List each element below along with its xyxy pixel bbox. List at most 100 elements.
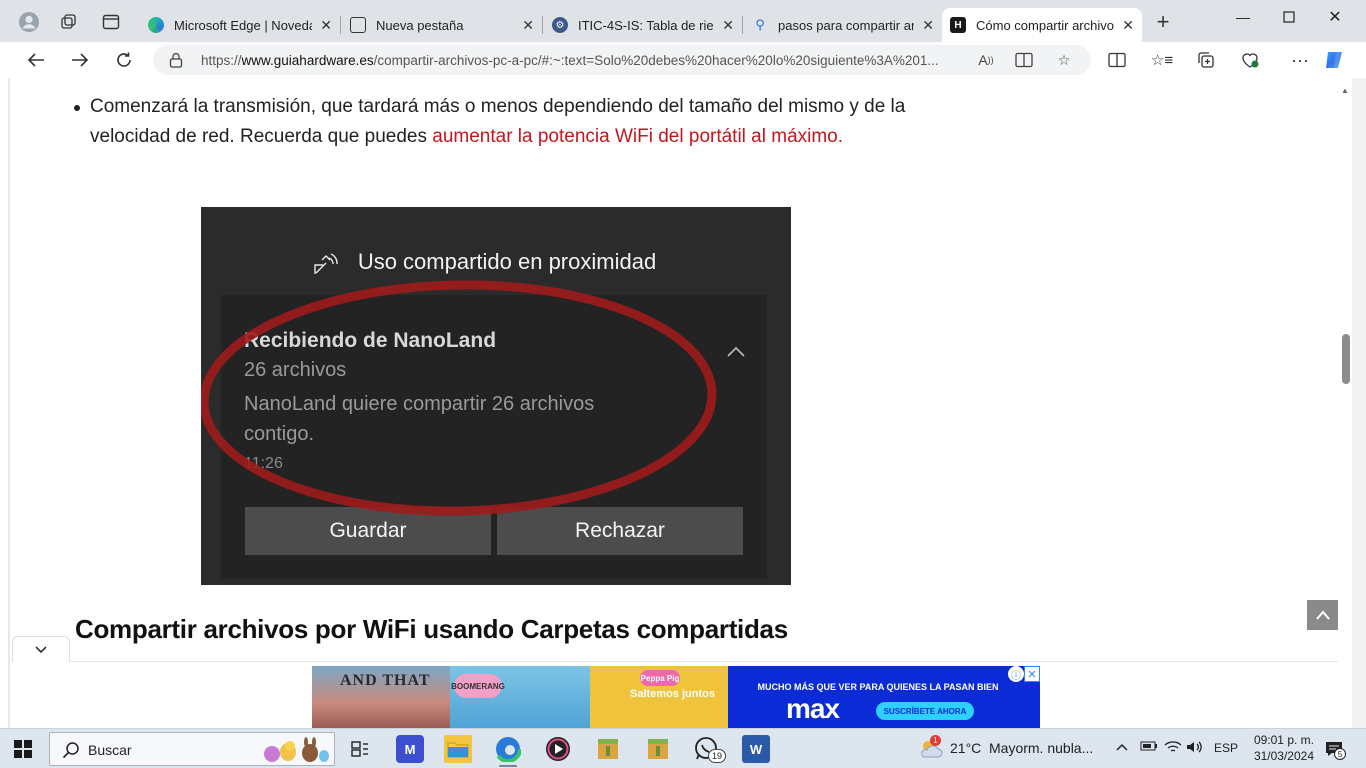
- archive-app-2-icon[interactable]: [644, 735, 672, 763]
- url-text[interactable]: https://www.guiahardware.es/compartir-ar…: [201, 53, 939, 68]
- app-launcher-icon[interactable]: M: [396, 735, 424, 763]
- file-count: 26 archivos: [244, 359, 347, 381]
- forward-arrow-icon[interactable]: [67, 48, 93, 72]
- favorites-icon[interactable]: ☆≡: [1150, 49, 1174, 71]
- refresh-icon[interactable]: [111, 48, 137, 72]
- notification-count-badge: 5: [1334, 748, 1346, 760]
- show-hidden-icons-chevron-icon[interactable]: [1115, 740, 1129, 755]
- collapse-ad-chevron-icon[interactable]: [12, 636, 70, 662]
- tab-edge-news[interactable]: Microsoft Edge | Novedad ✕: [140, 8, 340, 42]
- ad-panel-show[interactable]: AND THAT: [312, 666, 450, 728]
- favorite-star-icon[interactable]: ☆: [1053, 50, 1075, 70]
- taskbar-search-box[interactable]: Buscar: [49, 732, 335, 766]
- system-clock[interactable]: 09:01 p. m. 31/03/2024: [1240, 732, 1314, 764]
- tab-separator: [542, 16, 543, 34]
- workspaces-icon[interactable]: [58, 11, 80, 33]
- whatsapp-badge: 19: [708, 749, 726, 763]
- reject-button: Rechazar: [497, 507, 743, 555]
- clock-date: 31/03/2024: [1253, 749, 1314, 763]
- scroll-to-top-icon[interactable]: [1307, 600, 1339, 630]
- close-tab-icon[interactable]: ✕: [1122, 17, 1134, 34]
- notification-center-icon[interactable]: 5: [1324, 739, 1346, 760]
- ad-subscribe-button[interactable]: SUSCRÍBETE AHORA: [876, 702, 974, 720]
- ad-panel1-text: AND THAT: [340, 672, 431, 689]
- close-tab-icon[interactable]: ✕: [922, 17, 934, 34]
- notification-time: 11:26: [244, 455, 283, 472]
- browser-toolbar: https://www.guiahardware.es/compartir-ar…: [0, 42, 1366, 78]
- guiahardware-favicon-icon: H: [950, 17, 966, 33]
- split-screen-icon[interactable]: [1105, 49, 1129, 71]
- weather-alert-badge: 1: [930, 735, 941, 746]
- ad-max-tagline: MUCHO MÁS QUE VER PARA QUIENES LA PASAN …: [757, 682, 999, 692]
- edge-favicon-icon: [148, 17, 164, 33]
- ad-close-icon[interactable]: ✕: [1024, 666, 1040, 682]
- close-tab-icon[interactable]: ✕: [522, 17, 534, 34]
- more-options-icon[interactable]: ···: [1288, 49, 1312, 71]
- ad-panel-peppa[interactable]: Peppa Pig Saltemos juntos: [590, 666, 728, 728]
- windows-start-icon[interactable]: [14, 740, 32, 758]
- language-indicator[interactable]: ESP: [1214, 741, 1238, 755]
- scroll-up-arrow-icon[interactable]: ▲: [1341, 86, 1349, 95]
- media-player-icon[interactable]: [544, 735, 572, 763]
- ad-panel3-logo: Peppa Pig: [640, 670, 680, 686]
- tab-title: pasos para compartir arch: [778, 17, 915, 33]
- read-aloud-icon[interactable]: A)): [975, 50, 997, 70]
- edge-browser-icon[interactable]: [494, 735, 522, 763]
- wifi-power-link[interactable]: aumentar la potencia WiFi del portátil a…: [432, 126, 838, 147]
- weather-widget[interactable]: 1 21°C Mayorm. nubla...: [918, 735, 1128, 761]
- word-icon[interactable]: W: [742, 735, 770, 763]
- page-right-gutter: [1352, 78, 1366, 728]
- new-tab-plus-icon[interactable]: +: [1152, 9, 1174, 34]
- tab-new-tab[interactable]: Nueva pestaña ✕: [342, 8, 542, 42]
- profile-icon[interactable]: [18, 11, 40, 33]
- share-message: NanoLand quiere compartir 26 archivos co…: [244, 393, 595, 445]
- moodle-favicon-icon: ⚙: [552, 17, 568, 33]
- tab-separator: [340, 16, 341, 34]
- battery-icon[interactable]: [1140, 740, 1158, 755]
- tab-itic-tabla[interactable]: ⚙ ITIC-4S-IS: Tabla de riesgo ✕: [544, 8, 742, 42]
- close-tab-icon[interactable]: ✕: [722, 17, 734, 34]
- copilot-icon[interactable]: [1322, 49, 1346, 71]
- tab-title: Microsoft Edge | Novedad: [174, 17, 313, 33]
- tab-search-results[interactable]: ⚲ pasos para compartir arch ✕: [744, 8, 942, 42]
- tab-guiahardware[interactable]: H Cómo compartir archivos ✕: [942, 8, 1142, 42]
- tab-title: Nueva pestaña: [376, 17, 464, 33]
- close-tab-icon[interactable]: ✕: [320, 17, 332, 34]
- article-bullet: Comenzará la transmisión, que tardará má…: [74, 92, 920, 152]
- tab-actions-icon[interactable]: [100, 11, 122, 33]
- ad-panel2-badge: BOOMERANG: [451, 674, 505, 698]
- back-arrow-icon[interactable]: [23, 48, 49, 72]
- wifi-icon[interactable]: [1164, 740, 1182, 757]
- sender-label: Recibiendo de NanoLand: [244, 329, 497, 352]
- nearby-sharing-screenshot: Uso compartido en proximidad Recibiendo …: [201, 207, 791, 585]
- minimize-icon[interactable]: —: [1220, 6, 1266, 28]
- easter-eggs-icon: [264, 737, 329, 762]
- file-explorer-icon[interactable]: [444, 735, 472, 763]
- save-button: Guardar: [245, 507, 491, 555]
- weather-description: Mayorm. nubla...: [989, 740, 1094, 756]
- search-placeholder: Buscar: [88, 742, 132, 758]
- active-app-indicator: [499, 765, 517, 767]
- browser-essentials-icon[interactable]: [1238, 49, 1262, 71]
- scrollbar-thumb[interactable]: [1342, 334, 1350, 384]
- archive-app-icon[interactable]: [594, 735, 622, 763]
- receive-notification-card: Recibiendo de NanoLand 26 archivos NanoL…: [221, 295, 767, 579]
- immersive-reader-icon[interactable]: [1013, 50, 1035, 70]
- tab-title: ITIC-4S-IS: Tabla de riesgo: [578, 17, 714, 33]
- browser-tab-bar: Microsoft Edge | Novedad ✕ Nueva pestaña…: [0, 0, 1366, 42]
- lock-icon[interactable]: [169, 52, 183, 68]
- ad-info-icon[interactable]: ⓘ: [1008, 666, 1024, 682]
- clock-time: 09:01 p. m.: [1253, 733, 1314, 747]
- volume-icon[interactable]: [1186, 740, 1204, 757]
- search-favicon-icon: ⚲: [755, 17, 765, 32]
- ad-panel-cartoon[interactable]: BOOMERANG: [450, 666, 590, 728]
- advertisement[interactable]: AND THAT BOOMERANG Peppa Pig Saltemos ju…: [312, 666, 1040, 728]
- collections-icon[interactable]: [1194, 49, 1218, 71]
- address-bar[interactable]: https://www.guiahardware.es/compartir-ar…: [153, 45, 1091, 75]
- ad-panel-max[interactable]: MUCHO MÁS QUE VER PARA QUIENES LA PASAN …: [728, 666, 1028, 728]
- vertical-scrollbar[interactable]: ▲: [1338, 78, 1352, 728]
- maximize-icon[interactable]: [1266, 6, 1312, 28]
- search-icon: [62, 742, 79, 759]
- close-window-icon[interactable]: ✕: [1312, 6, 1358, 28]
- task-view-icon[interactable]: [346, 735, 374, 763]
